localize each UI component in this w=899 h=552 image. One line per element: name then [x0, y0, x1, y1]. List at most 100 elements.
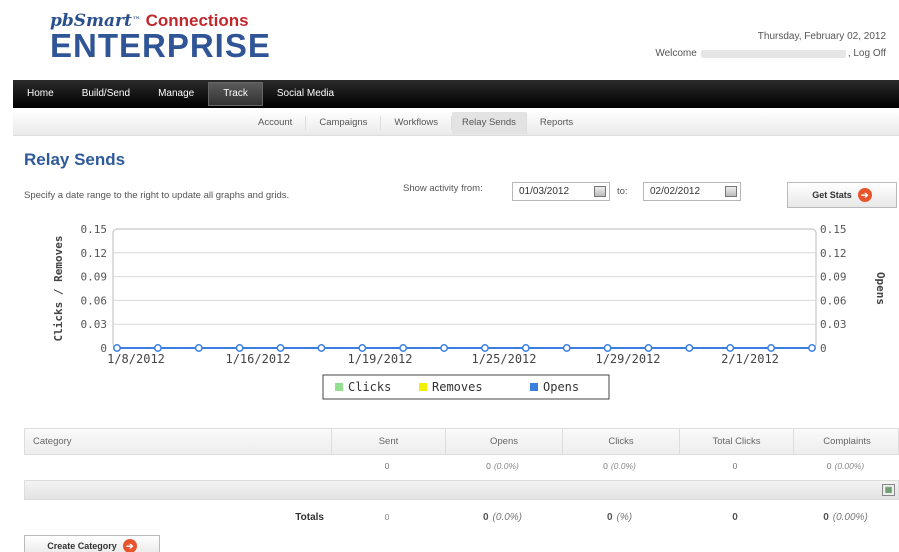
totals-clicks-pct: (%) — [616, 511, 633, 523]
legend-swatch — [530, 383, 538, 391]
complaints-value: 0 — [826, 461, 832, 471]
data-point-opens — [276, 344, 285, 352]
totals-opens: 0 (0.0%) — [444, 502, 561, 532]
col-complaints[interactable]: Complaints — [793, 429, 899, 454]
y-left-tick-label: 0.12 — [81, 247, 108, 260]
totals-clicks: 0 (%) — [561, 502, 678, 532]
totals-row: Totals 0 0 (0.0%) 0 (%) 0 0 (0.00%) — [24, 502, 899, 532]
data-point-opens — [726, 344, 735, 352]
subnav-account[interactable]: Account — [245, 115, 307, 130]
table-row: 0 0 (0.0%) 0 (0.0%) 0 0 (0.00%) — [24, 455, 899, 477]
x-tick-label: 1/8/2012 — [107, 352, 165, 366]
col-category[interactable]: Category — [25, 429, 331, 454]
data-point-opens — [521, 344, 530, 352]
col-opens[interactable]: Opens — [445, 429, 562, 454]
y-left-axis-title: Clicks / Removes — [52, 236, 65, 342]
nav-manage[interactable]: Manage — [144, 80, 208, 108]
totals-label: Totals — [295, 511, 324, 523]
subnav-workflows[interactable]: Workflows — [381, 115, 453, 130]
y-left-tick-label: 0.15 — [81, 223, 108, 236]
x-tick-label: 1/29/2012 — [595, 352, 660, 366]
page-title: Relay Sends — [24, 150, 126, 169]
col-total-clicks[interactable]: Total Clicks — [679, 429, 793, 454]
relay-sends-chart: 0.15 0.12 0.09 0.06 0.03 0 0.15 0.12 0.09 0.06 0.0… — [0, 215, 899, 405]
logoff-link[interactable]: Log Off — [853, 48, 886, 59]
sub-nav: Account Campaigns Workflows Relay Sends … — [13, 110, 899, 136]
totals-opens-pct: (0.0%) — [492, 511, 522, 523]
data-point-opens — [317, 344, 326, 352]
export-excel-icon[interactable]: ▦ — [882, 484, 895, 496]
x-tick-label: 1/25/2012 — [471, 352, 536, 366]
data-point-opens — [194, 344, 203, 352]
get-stats-label: Get Stats — [812, 190, 852, 200]
legend-label: Removes — [432, 380, 483, 394]
y-left-tick-label: 0.06 — [81, 294, 108, 307]
welcome-label: Welcome — [655, 48, 697, 59]
opens-value: 0 — [486, 461, 491, 471]
x-tick-label: 2/1/2012 — [721, 352, 779, 366]
arrow-right-icon: ➔ — [857, 188, 872, 202]
y-right-tick-label: 0 — [820, 342, 827, 355]
plot-area — [112, 228, 817, 349]
y-right-tick-label: 0.15 — [820, 223, 847, 236]
clicks-value: 0 — [603, 461, 608, 471]
current-date: Thursday, February 02, 2012 — [757, 31, 886, 42]
get-stats-button[interactable]: Get Stats ➔ — [787, 182, 897, 208]
totals-opens-value: 0 — [482, 511, 489, 523]
nav-build-send[interactable]: Build/Send — [68, 80, 144, 108]
logo-trademark: ™ — [131, 16, 141, 26]
cell-opens: 0 (0.0%) — [444, 455, 561, 477]
show-activity-label: Show activity from: — [403, 183, 483, 194]
from-date-field[interactable]: 01/03/2012 — [512, 182, 610, 201]
data-point-opens — [399, 344, 408, 352]
welcome-area: Welcome , Log Off — [655, 48, 886, 59]
legend-swatch — [419, 383, 427, 391]
data-point-opens — [440, 344, 449, 352]
y-right-tick-label: 0.03 — [820, 318, 847, 331]
totals-complaints: 0 (0.00%) — [792, 502, 899, 532]
nav-track[interactable]: Track — [208, 82, 263, 106]
y-right-tick-label: 0.09 — [820, 271, 847, 284]
y-left-tick-label: 0.03 — [81, 318, 108, 331]
nav-home[interactable]: Home — [13, 80, 68, 108]
calendar-icon[interactable] — [725, 186, 737, 197]
y-right-tick-label: 0.06 — [820, 294, 847, 307]
logo: pbSmart™ Connections ENTERPRISE — [50, 12, 290, 63]
arrow-right-icon: ➔ — [122, 539, 137, 552]
data-point-opens — [644, 344, 653, 352]
nav-social-media[interactable]: Social Media — [263, 80, 348, 108]
data-point-opens — [153, 344, 162, 352]
calendar-icon[interactable] — [594, 186, 606, 197]
subnav-campaigns[interactable]: Campaigns — [306, 115, 382, 130]
col-clicks[interactable]: Clicks — [562, 429, 679, 454]
grid-header: Category Sent Opens Clicks Total Clicks … — [24, 428, 899, 455]
col-sent[interactable]: Sent — [331, 429, 445, 454]
instructions-text: Specify a date range to the right to upd… — [24, 190, 290, 201]
subnav-reports[interactable]: Reports — [527, 116, 586, 130]
legend-label: Opens — [543, 380, 579, 394]
data-point-opens — [808, 344, 816, 352]
cell-sent: 0 — [384, 461, 390, 471]
opens-pct: (0.0%) — [493, 461, 519, 471]
cell-category — [24, 455, 330, 477]
x-tick-label: 1/16/2012 — [225, 352, 290, 366]
data-point-opens — [767, 344, 776, 352]
data-point-opens — [235, 344, 244, 352]
main-nav: Home Build/Send Manage Track Social Medi… — [13, 80, 899, 108]
to-label: to: — [617, 186, 628, 197]
y-right-axis-title: Opens — [874, 272, 887, 305]
create-category-button[interactable]: Create Category ➔ — [24, 535, 160, 552]
cell-total-clicks: 0 — [732, 461, 738, 471]
legend-swatch — [335, 383, 343, 391]
create-category-label: Create Category — [47, 541, 117, 551]
totals-sent: 0 — [384, 512, 390, 522]
totals-clicks-value: 0 — [606, 511, 613, 523]
totals-complaints-value: 0 — [823, 511, 829, 523]
complaints-pct: (0.00%) — [834, 461, 865, 471]
to-date-field[interactable]: 02/02/2012 — [643, 182, 741, 201]
cell-complaints: 0 (0.00%) — [792, 455, 899, 477]
y-right-tick-label: 0.12 — [820, 247, 847, 260]
username-redacted — [700, 49, 846, 58]
data-point-opens — [480, 344, 489, 352]
subnav-relay-sends[interactable]: Relay Sends — [452, 111, 527, 134]
